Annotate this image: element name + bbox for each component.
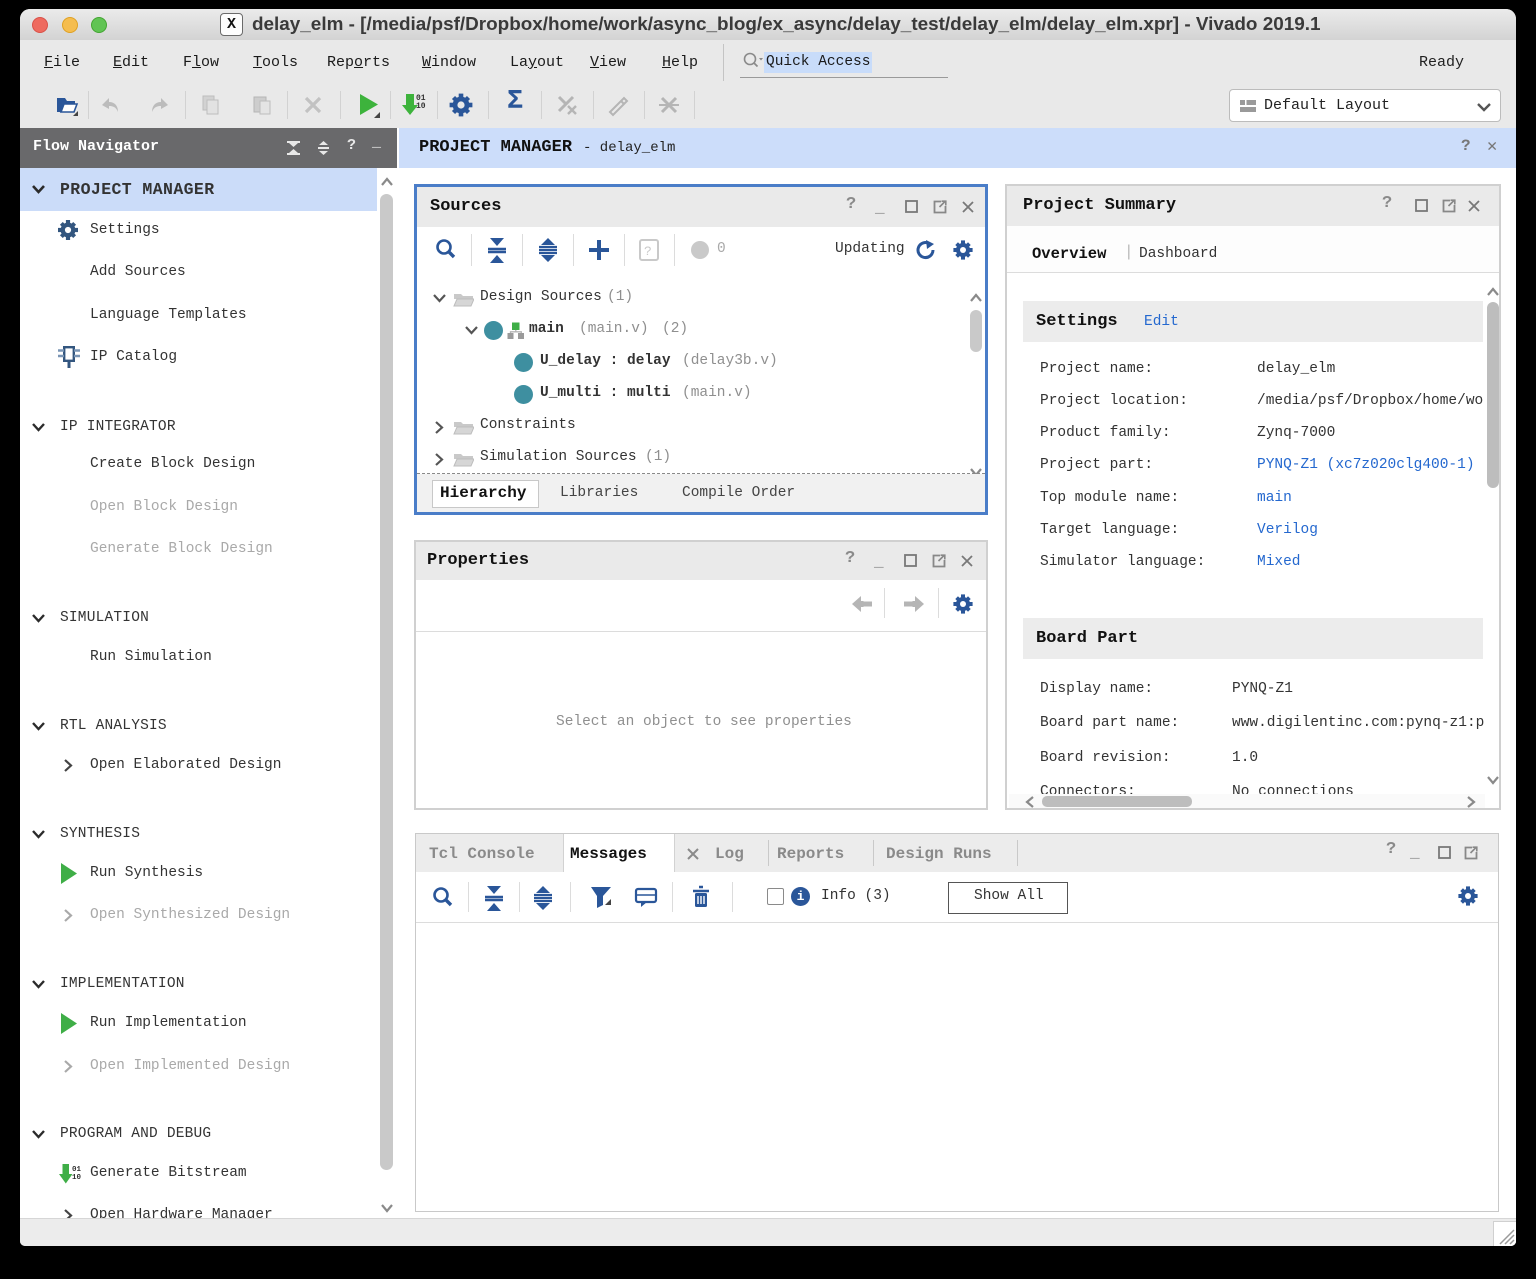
svg-text:01: 01 <box>72 1166 82 1174</box>
svg-text:10: 10 <box>416 102 426 111</box>
svg-text:?: ? <box>644 244 652 259</box>
svg-text:10: 10 <box>72 1174 82 1182</box>
